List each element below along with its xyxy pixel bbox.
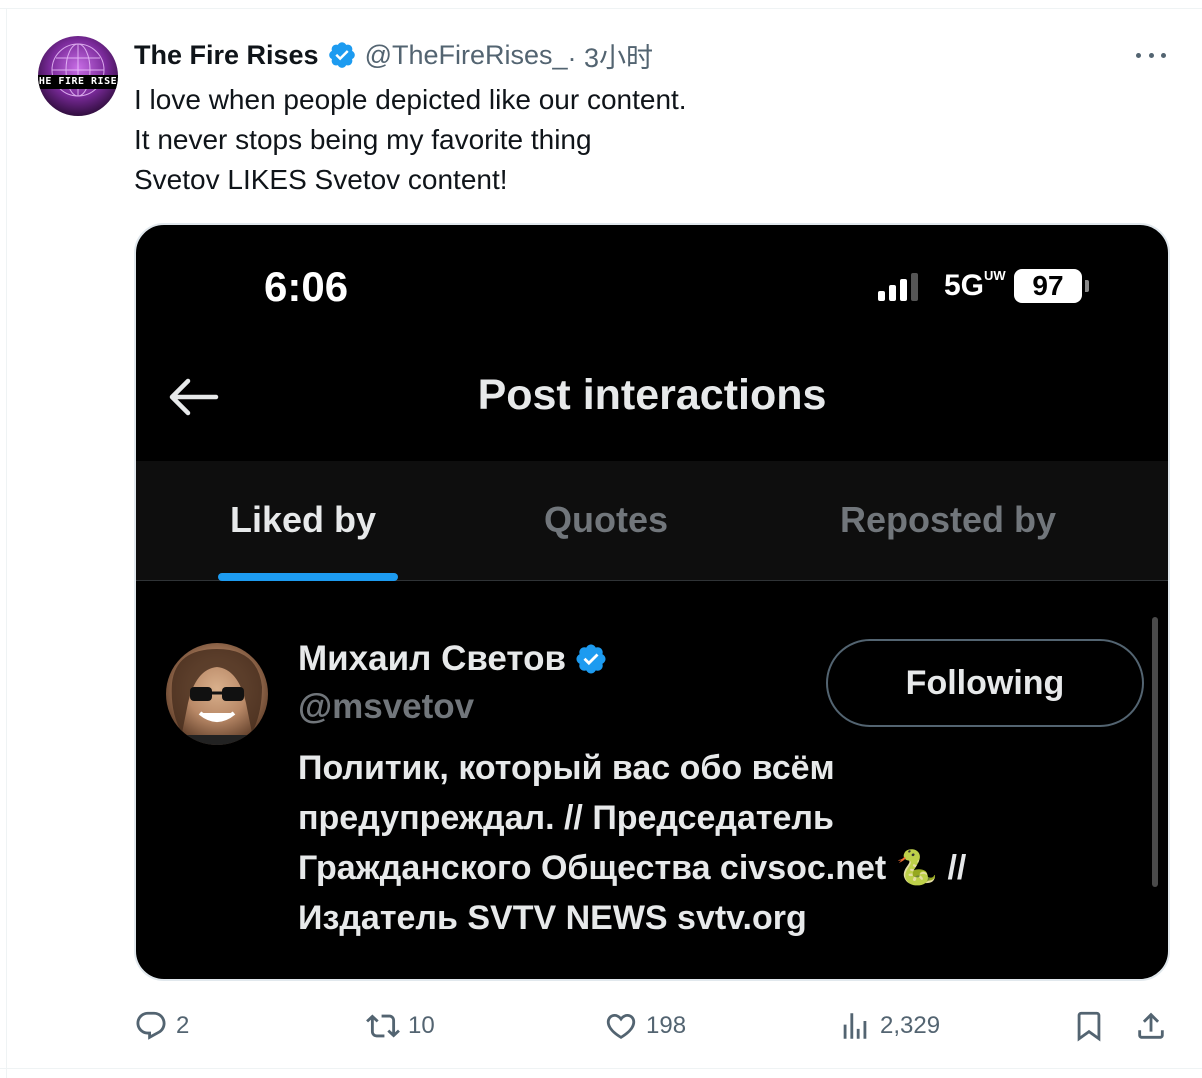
battery-icon: 97 [1014,269,1082,303]
reply-icon [136,1011,166,1040]
repost-button[interactable]: 10 [366,1004,435,1048]
tweet-text-line: I love when people depicted like our con… [134,84,687,115]
verified-badge-icon[interactable] [327,40,357,70]
user-handle[interactable]: @msvetov [298,687,474,727]
tab-quotes[interactable]: Quotes [544,499,668,541]
reply-count: 2 [176,1012,190,1039]
bio-line: Гражданского Общества civsoc.net 🐍 // [298,849,967,887]
tab-reposted-by[interactable]: Reposted by [840,499,1056,541]
bottom-divider [0,1068,1202,1069]
heart-icon [606,1013,636,1039]
cellular-signal-icon [878,271,918,301]
repost-icon [366,1014,400,1038]
network-indicator: 5GUW [944,268,1006,303]
user-bio: Политик, который вас обо всём предупрежд… [298,743,1138,943]
like-count: 198 [646,1012,687,1039]
following-button[interactable]: Following [826,639,1144,727]
author-handle[interactable]: @TheFireRises_ [365,40,568,71]
like-button[interactable]: 198 [604,1004,686,1048]
tab-liked-by[interactable]: Liked by [230,499,376,541]
reply-button[interactable]: 2 [134,1004,189,1048]
active-tab-indicator [218,573,398,581]
user-avatar[interactable] [166,643,268,745]
more-horizontal-icon[interactable] [1133,40,1169,70]
scrollbar [1152,617,1158,887]
views-count: 2,329 [880,1012,941,1039]
tweet: THE FIRE RISES The Fire Rises @TheFireRi… [0,0,1202,1078]
tab-bar: Liked by Quotes Reposted by [136,461,1168,581]
battery-cap [1085,280,1089,292]
views-icon [843,1013,867,1039]
share-icon [1138,1012,1164,1039]
user-display-name[interactable]: Михаил Светов [298,639,608,679]
tweet-action-bar: 2 10 198 2,329 [134,1004,1170,1048]
bio-line: предупреждал. // Председатель [298,799,834,837]
top-divider [0,8,1202,9]
tweet-text-line: Svetov LIKES Svetov content! [134,164,508,195]
tweet-media-image[interactable]: 6:06 5GUW 97 Post interactions Liked by … [134,223,1170,981]
more-dot [1148,52,1154,58]
avatar-logo-text: THE FIRE RISES [38,75,118,89]
more-dot [1161,52,1166,58]
network-type: 5G [944,269,985,302]
bookmark-button[interactable] [1072,1004,1106,1048]
network-suffix: UW [984,268,1006,283]
bio-line: Политик, который вас обо всём [298,749,835,787]
status-bar-time: 6:06 [264,263,349,310]
battery-level: 97 [1032,270,1064,301]
tweet-header: The Fire Rises @TheFireRises_ · 3小时 [134,36,653,74]
page-title: Post interactions [477,371,827,419]
author-display-name[interactable]: The Fire Rises [134,40,319,71]
user-name-text: Михаил Светов [298,639,566,678]
verified-badge-icon [574,642,608,676]
tweet-timestamp[interactable]: · 3小时 [568,36,654,75]
bio-line: Издатель SVTV NEWS svtv.org [298,899,807,937]
tweet-text: I love when people depicted like our con… [134,80,687,200]
left-divider [6,8,7,1078]
bookmark-icon [1077,1011,1101,1042]
more-dot [1136,52,1141,58]
share-button[interactable] [1134,1004,1168,1048]
tweet-text-line: It never stops being my favorite thing [134,124,592,155]
views-button[interactable]: 2,329 [838,1004,940,1048]
author-avatar[interactable]: THE FIRE RISES [38,36,118,116]
repost-count: 10 [408,1012,435,1039]
